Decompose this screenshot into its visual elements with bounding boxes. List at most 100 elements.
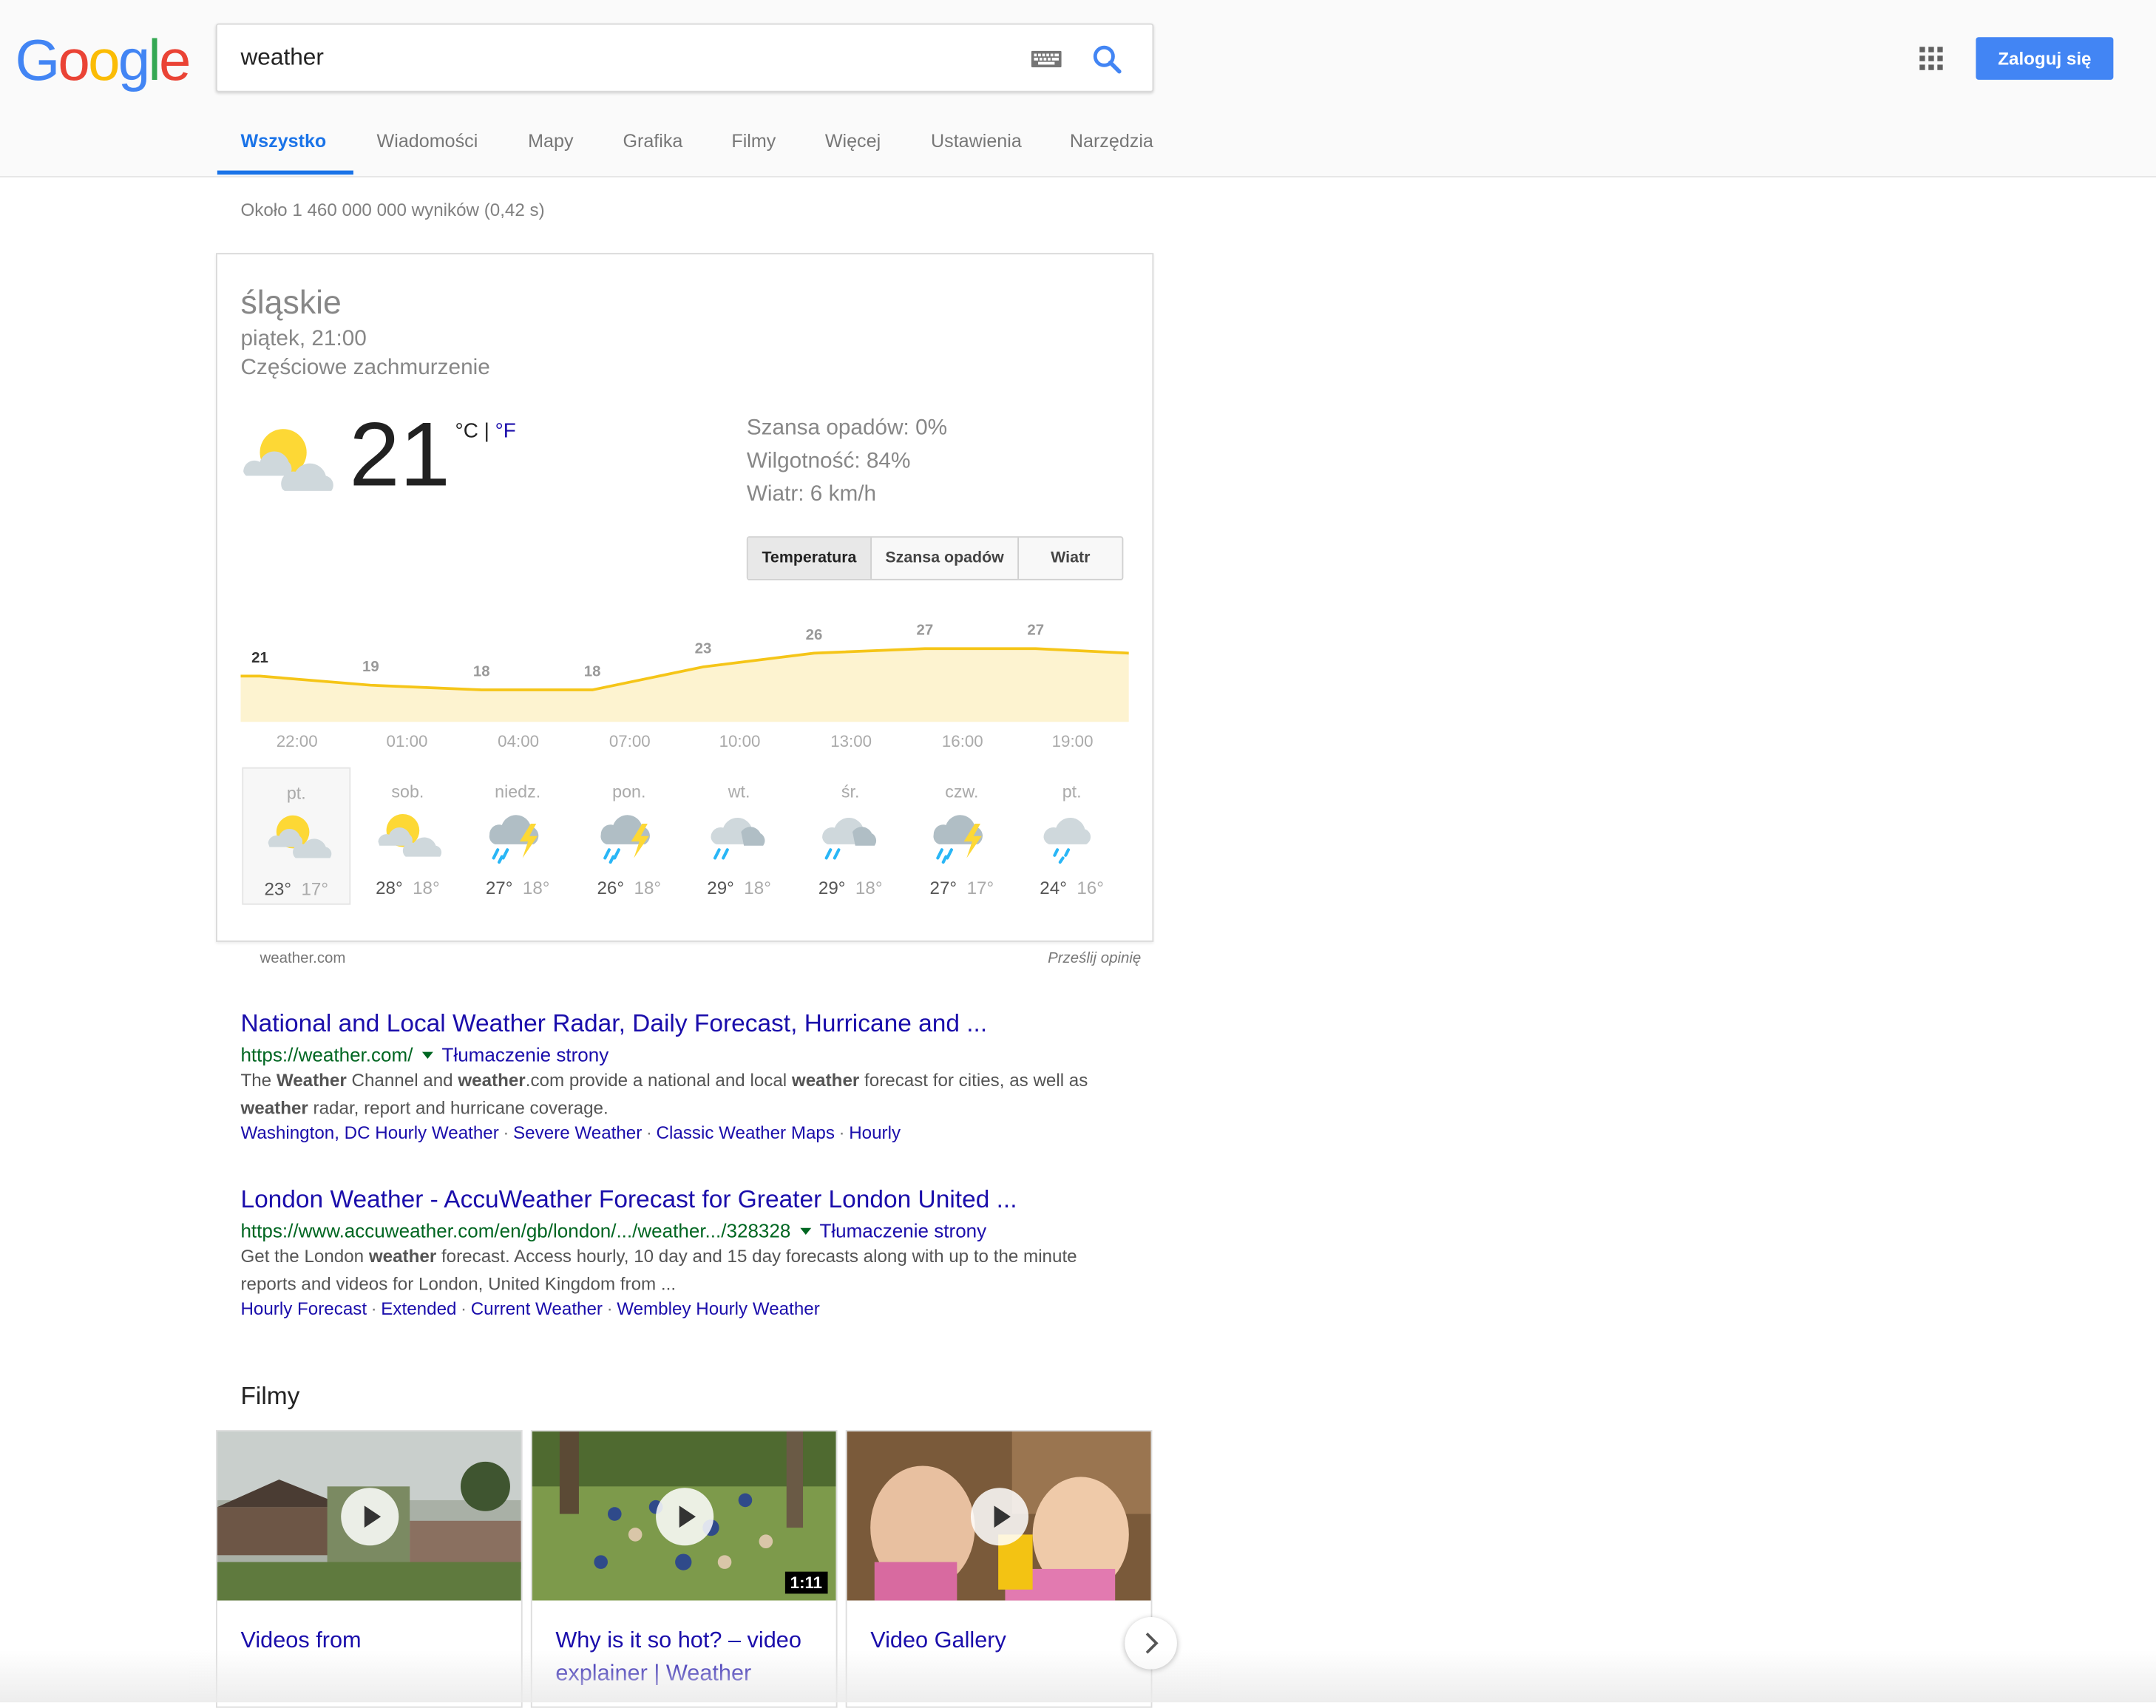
snippet-text: The — [240, 1069, 277, 1091]
high-temp: 28° — [376, 877, 403, 898]
high-temp: 29° — [707, 877, 734, 898]
partly-cloudy-icon — [374, 804, 443, 869]
day-temps: 26° 18° — [574, 877, 683, 898]
tab-all[interactable]: Wszystko — [240, 131, 326, 152]
page: Google weather Zaloguj się Wszystko Wiad… — [0, 0, 2156, 1708]
result-snippet: Get the London weather forecast. Access … — [240, 1243, 1093, 1297]
day-forecast[interactable]: pt. 24° 16° — [1017, 767, 1126, 905]
temperature-label: 18 — [584, 662, 601, 680]
tab-news[interactable]: Wiadomości — [377, 131, 478, 152]
temperature-tab[interactable]: Temperatura — [748, 538, 872, 579]
hour-label: 10:00 — [719, 731, 761, 751]
weather-time: piątek, 21:00 — [240, 327, 367, 351]
video-thumbnail[interactable] — [217, 1431, 521, 1601]
temperature-label: 26 — [806, 626, 823, 643]
sitelink[interactable]: Current Weather — [471, 1298, 603, 1319]
snippet-bold: weather — [791, 1069, 860, 1091]
day-forecast[interactable]: śr. 29° 18° — [796, 767, 905, 905]
day-forecast[interactable]: niedz. 27° 18° — [464, 767, 572, 905]
tab-videos[interactable]: Filmy — [731, 131, 776, 152]
login-button[interactable]: Zaloguj się — [1976, 37, 2114, 80]
weather-source[interactable]: weather.com — [260, 950, 345, 966]
tab-tools[interactable]: Narzędzia — [1070, 131, 1153, 152]
rain-cloud-icon — [705, 804, 774, 872]
fahrenheit-unit[interactable]: °F — [495, 419, 516, 443]
wind-tab[interactable]: Wiatr — [1019, 538, 1122, 579]
hour-label: 19:00 — [1051, 731, 1094, 751]
unit-switch: °C | °F — [455, 419, 516, 443]
search-icon[interactable] — [1092, 44, 1122, 81]
low-temp: 17° — [966, 877, 994, 898]
snippet-text: radar, report and hurricane coverage. — [308, 1097, 609, 1118]
snippet-bold: Weather — [276, 1069, 347, 1091]
search-query-text[interactable]: weather — [240, 44, 323, 72]
day-forecast[interactable]: czw. 27° 17° — [907, 767, 1016, 905]
day-temps: 23° 17° — [243, 878, 349, 899]
tab-settings[interactable]: Ustawienia — [931, 131, 1022, 152]
result-title[interactable]: National and Local Weather Radar, Daily … — [240, 1009, 987, 1038]
chart-mode-switch: Temperatura Szansa opadów Wiatr — [746, 536, 1124, 580]
high-temp: 27° — [929, 877, 957, 898]
temperature-label: 19 — [362, 658, 379, 675]
low-temp: 16° — [1077, 877, 1104, 898]
sitelink[interactable]: Classic Weather Maps — [657, 1122, 835, 1143]
day-forecast[interactable]: wt. 29° 18° — [685, 767, 793, 905]
sitelink[interactable]: Wembley Hourly Weather — [617, 1298, 820, 1319]
sitelink[interactable]: Hourly — [849, 1122, 901, 1143]
precipitation-tab[interactable]: Szansa opadów — [872, 538, 1020, 579]
day-name: sob. — [391, 782, 424, 802]
feedback-link[interactable]: Prześlij opinię — [1048, 950, 1141, 966]
tab-more[interactable]: Więcej — [825, 131, 881, 152]
sitelink[interactable]: Extended — [381, 1298, 456, 1319]
result-title[interactable]: London Weather - AccuWeather Forecast fo… — [240, 1185, 1017, 1214]
snippet-text: forecast for cities, as well as — [859, 1069, 1088, 1091]
hour-label: 22:00 — [276, 731, 318, 751]
result-url: https://www.accuweather.com/en/gb/london… — [240, 1220, 986, 1242]
humidity: Wilgotność: 84% — [746, 450, 911, 473]
play-icon[interactable] — [970, 1488, 1029, 1546]
low-temp: 18° — [744, 877, 771, 898]
apps-grid-icon[interactable] — [1919, 47, 1943, 77]
day-forecast[interactable]: sob. 28° 18° — [353, 767, 462, 905]
keyboard-icon[interactable] — [1031, 50, 1062, 74]
high-temp: 29° — [818, 877, 846, 898]
temperature-label: 23 — [695, 640, 712, 657]
hour-label: 07:00 — [609, 731, 651, 751]
sitelinks: Washington, DC Hourly Weather · Severe Wea… — [240, 1122, 901, 1143]
google-logo[interactable]: Google — [15, 27, 191, 93]
result-snippet: The Weather Channel and weather.com prov… — [240, 1067, 1134, 1121]
snippet-text: Get the London — [240, 1245, 369, 1267]
high-temp: 23° — [264, 878, 292, 900]
result-stats: Około 1 460 000 000 wyników (0,42 s) — [240, 199, 545, 220]
celsius-unit[interactable]: °C — [455, 419, 478, 443]
sitelink[interactable]: Severe Weather — [513, 1122, 642, 1143]
day-forecast[interactable]: pon. 26° 18° — [574, 767, 683, 905]
videos-heading: Filmy — [240, 1381, 300, 1410]
tab-images[interactable]: Grafika — [623, 131, 682, 152]
tab-maps[interactable]: Mapy — [528, 131, 573, 152]
day-temps: 29° 18° — [796, 877, 905, 898]
search-input[interactable]: weather — [215, 23, 1154, 92]
sitelink[interactable]: Washington, DC Hourly Weather — [240, 1122, 498, 1143]
high-temp: 24° — [1040, 877, 1067, 898]
video-thumbnail[interactable]: 1:11 — [532, 1431, 836, 1601]
weather-location: śląskie — [240, 284, 342, 322]
current-temperature: 21 — [349, 402, 450, 505]
translate-link[interactable]: Tłumaczenie strony — [442, 1044, 609, 1066]
caret-down-icon[interactable] — [422, 1051, 434, 1059]
video-thumbnail[interactable] — [847, 1431, 1151, 1601]
thunderstorm-icon — [595, 804, 664, 872]
unit-separator: | — [478, 419, 495, 443]
translate-link[interactable]: Tłumaczenie strony — [819, 1220, 986, 1242]
play-icon[interactable] — [656, 1488, 714, 1546]
low-temp: 18° — [634, 877, 662, 898]
caret-down-icon[interactable] — [800, 1227, 812, 1235]
snippet-bold: weather — [458, 1069, 526, 1091]
day-forecast[interactable]: pt. 23° 17° — [242, 767, 351, 905]
video-duration: 1:11 — [784, 1571, 828, 1594]
temperature-label: 27 — [916, 622, 933, 639]
url-text: https://weather.com/ — [240, 1043, 413, 1066]
sitelink[interactable]: Hourly Forecast — [240, 1298, 367, 1319]
low-temp: 18° — [855, 877, 883, 898]
play-icon[interactable] — [341, 1488, 399, 1546]
